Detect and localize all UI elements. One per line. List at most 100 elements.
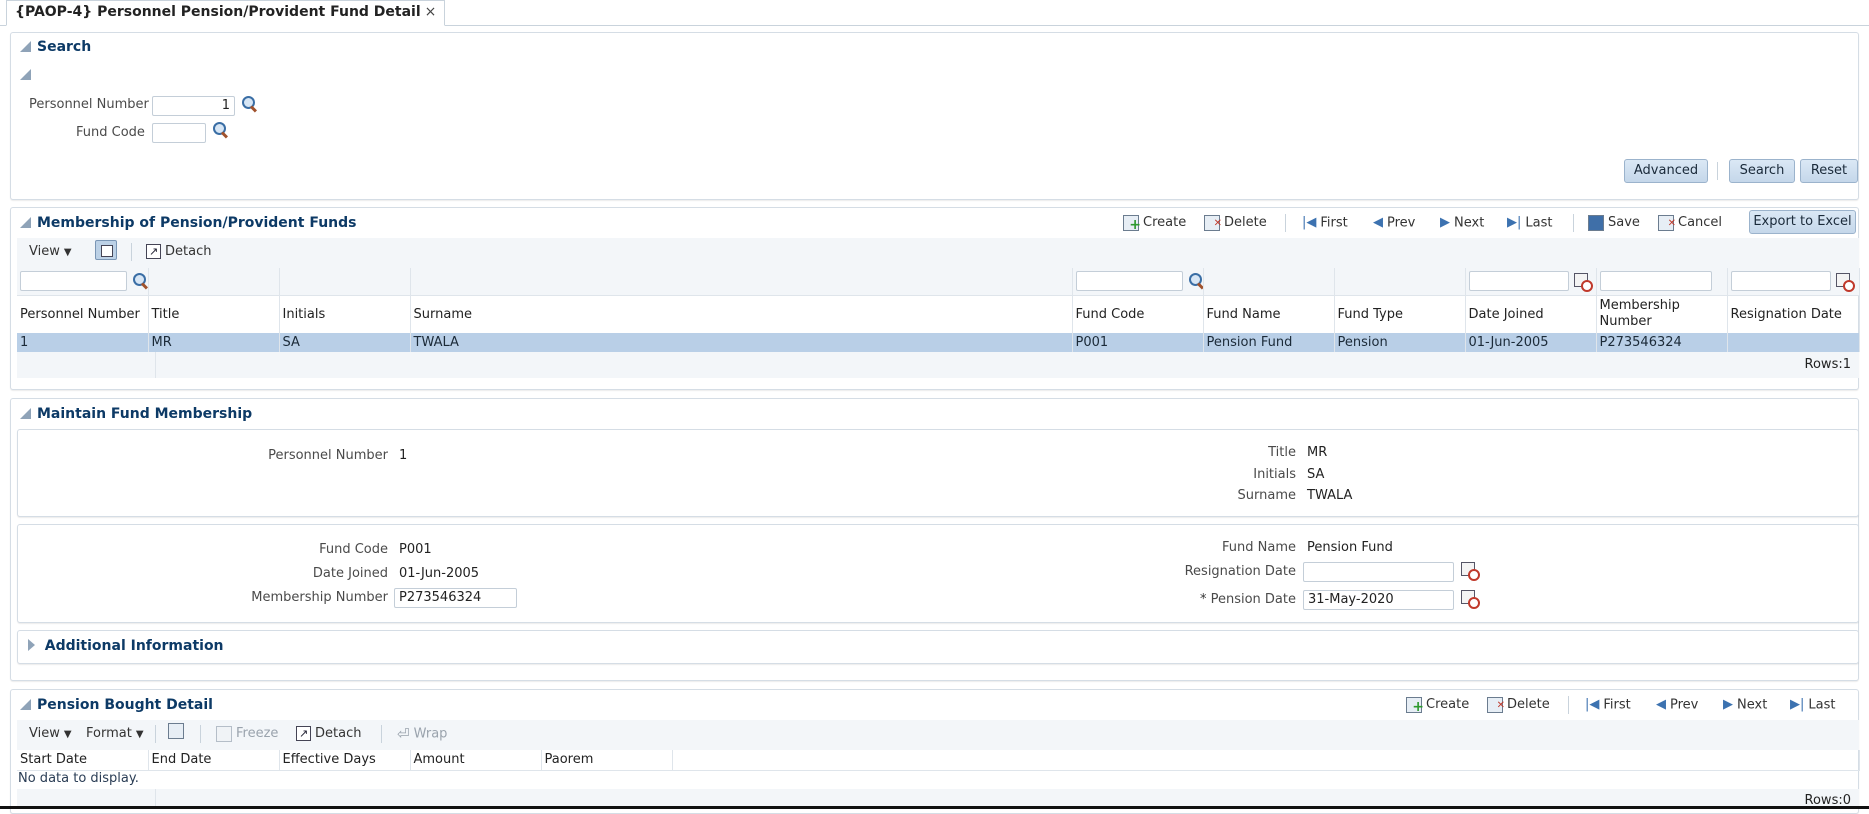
- view-label: View: [29, 244, 60, 259]
- prev-button[interactable]: ◀ Prev: [1373, 213, 1415, 233]
- filter-cell[interactable]: [1465, 268, 1597, 295]
- reset-button[interactable]: Reset: [1800, 159, 1858, 183]
- expand-icon[interactable]: [28, 639, 35, 651]
- create-button[interactable]: Create: [1406, 695, 1469, 717]
- filter-cell: [1203, 268, 1335, 295]
- pension-bought-panel-header[interactable]: Pension Bought Detail: [20, 697, 213, 713]
- column-header[interactable]: Initials: [279, 295, 411, 333]
- filter-cell[interactable]: [1596, 268, 1728, 295]
- membership-panel-header[interactable]: Membership of Pension/Provident Funds: [20, 215, 356, 231]
- column-header-membership-number[interactable]: Membership Number: [1596, 295, 1728, 333]
- freeze-label: Freeze: [236, 726, 279, 741]
- close-icon[interactable]: ×: [425, 4, 437, 20]
- collapse-icon[interactable]: [20, 699, 31, 710]
- tab-title: {PAOP-4} Personnel Pension/Provident Fun…: [15, 4, 421, 20]
- fund-code-input[interactable]: [152, 123, 206, 143]
- column-header[interactable]: Effective Days: [279, 750, 411, 770]
- column-header[interactable]: Start Date: [17, 750, 149, 770]
- next-button[interactable]: ▶ Next: [1723, 695, 1767, 715]
- query-by-example-icon[interactable]: [168, 723, 184, 739]
- last-button[interactable]: ▶| Last: [1507, 213, 1552, 233]
- personnel-number-input[interactable]: 1: [152, 96, 235, 116]
- next-button[interactable]: ▶ Next: [1440, 213, 1484, 233]
- view-menu[interactable]: View ▼: [29, 242, 72, 262]
- membership-number-input[interactable]: P273546324: [394, 588, 517, 608]
- filter-input[interactable]: [1599, 271, 1712, 292]
- collapse-icon[interactable]: [20, 41, 31, 52]
- fund-code-search-icon[interactable]: [211, 121, 229, 143]
- pension-date-label-group: * Pension Date: [1200, 592, 1296, 607]
- collapse-icon[interactable]: [20, 217, 31, 228]
- next-label: Next: [1454, 215, 1485, 231]
- cell: Pension: [1334, 333, 1466, 352]
- format-menu[interactable]: Format ▼: [86, 724, 144, 744]
- first-button[interactable]: |◀ First: [1585, 695, 1631, 715]
- tab-paop-4[interactable]: {PAOP-4} Personnel Pension/Provident Fun…: [6, 0, 446, 26]
- column-header[interactable]: Date Joined: [1465, 295, 1597, 333]
- column-header[interactable]: Paorem: [541, 750, 673, 770]
- search-panel: [10, 32, 1859, 200]
- freeze-button[interactable]: Freeze: [216, 724, 278, 744]
- filter-search-icon[interactable]: [1187, 272, 1202, 290]
- criteria-collapse-icon[interactable]: [20, 68, 37, 83]
- view-menu[interactable]: View ▼: [29, 724, 72, 744]
- additional-information-header[interactable]: Additional Information: [28, 638, 224, 654]
- column-header[interactable]: Title: [148, 295, 280, 333]
- advanced-button[interactable]: Advanced: [1624, 159, 1708, 183]
- resignation-date-input[interactable]: [1303, 562, 1454, 582]
- detach-button[interactable]: Detach: [296, 724, 361, 744]
- delete-button[interactable]: Delete: [1204, 213, 1267, 234]
- collapse-icon[interactable]: [20, 408, 31, 419]
- column-header[interactable]: Surname: [410, 295, 1073, 333]
- rows-count: Rows:1: [1804, 357, 1851, 372]
- prev-button[interactable]: ◀ Prev: [1656, 695, 1698, 715]
- column-header[interactable]: Amount: [410, 750, 542, 770]
- fund-details-box: [17, 524, 1859, 623]
- filter-cell[interactable]: [17, 268, 149, 295]
- resignation-date-calendar-icon[interactable]: [1460, 561, 1480, 583]
- format-label: Format: [86, 726, 132, 741]
- next-icon: ▶: [1723, 697, 1733, 712]
- cell: P273546324: [1596, 333, 1728, 352]
- calendar-icon[interactable]: [1573, 272, 1593, 293]
- filter-cell[interactable]: [1727, 268, 1860, 295]
- create-button[interactable]: Create: [1123, 213, 1186, 235]
- column-header[interactable]: Fund Code: [1072, 295, 1204, 333]
- maintain-title: Maintain Fund Membership: [37, 406, 253, 422]
- cancel-button[interactable]: Cancel: [1658, 213, 1723, 234]
- search-panel-header[interactable]: Search: [20, 39, 91, 55]
- personnel-number-search-icon[interactable]: [240, 95, 258, 117]
- column-header[interactable]: Resignation Date: [1727, 295, 1860, 333]
- cancel-label: Cancel: [1678, 215, 1723, 230]
- delete-icon: [1487, 696, 1505, 716]
- column-header[interactable]: End Date: [148, 750, 280, 770]
- search-button[interactable]: Search: [1729, 159, 1795, 183]
- create-icon: [1406, 696, 1424, 717]
- column-header[interactable]: Personnel Number: [17, 295, 149, 333]
- save-button[interactable]: Save: [1588, 213, 1640, 233]
- filter-input[interactable]: [1075, 271, 1183, 292]
- maintain-panel-header[interactable]: Maintain Fund Membership: [20, 406, 252, 422]
- export-to-excel-button[interactable]: Export to Excel: [1749, 210, 1856, 234]
- detach-label: Detach: [165, 244, 212, 259]
- divider: [1568, 696, 1569, 714]
- wrap-button[interactable]: ⏎ Wrap: [397, 724, 447, 744]
- filter-cell[interactable]: [1072, 268, 1204, 295]
- detach-button[interactable]: Detach: [146, 242, 211, 262]
- calendar-icon[interactable]: [1835, 272, 1855, 293]
- filter-search-icon[interactable]: [131, 272, 147, 290]
- pension-date-label: Pension Date: [1210, 592, 1296, 607]
- pension-date-input[interactable]: 31-May-2020: [1303, 590, 1454, 610]
- delete-button[interactable]: Delete: [1487, 695, 1550, 716]
- filter-input[interactable]: [1468, 271, 1569, 292]
- first-button[interactable]: |◀ First: [1302, 213, 1348, 233]
- filter-input[interactable]: [1730, 271, 1831, 292]
- prev-icon: ◀: [1656, 697, 1666, 712]
- pension-date-calendar-icon[interactable]: [1460, 589, 1480, 611]
- query-by-example-icon[interactable]: [95, 240, 117, 260]
- column-header[interactable]: Fund Type: [1334, 295, 1466, 333]
- filter-input[interactable]: [20, 271, 127, 292]
- last-button[interactable]: ▶| Last: [1790, 695, 1835, 715]
- column-header[interactable]: Fund Name: [1203, 295, 1335, 333]
- table-row[interactable]: 1 MR SA TWALA P001 Pension Fund Pension …: [17, 333, 1860, 352]
